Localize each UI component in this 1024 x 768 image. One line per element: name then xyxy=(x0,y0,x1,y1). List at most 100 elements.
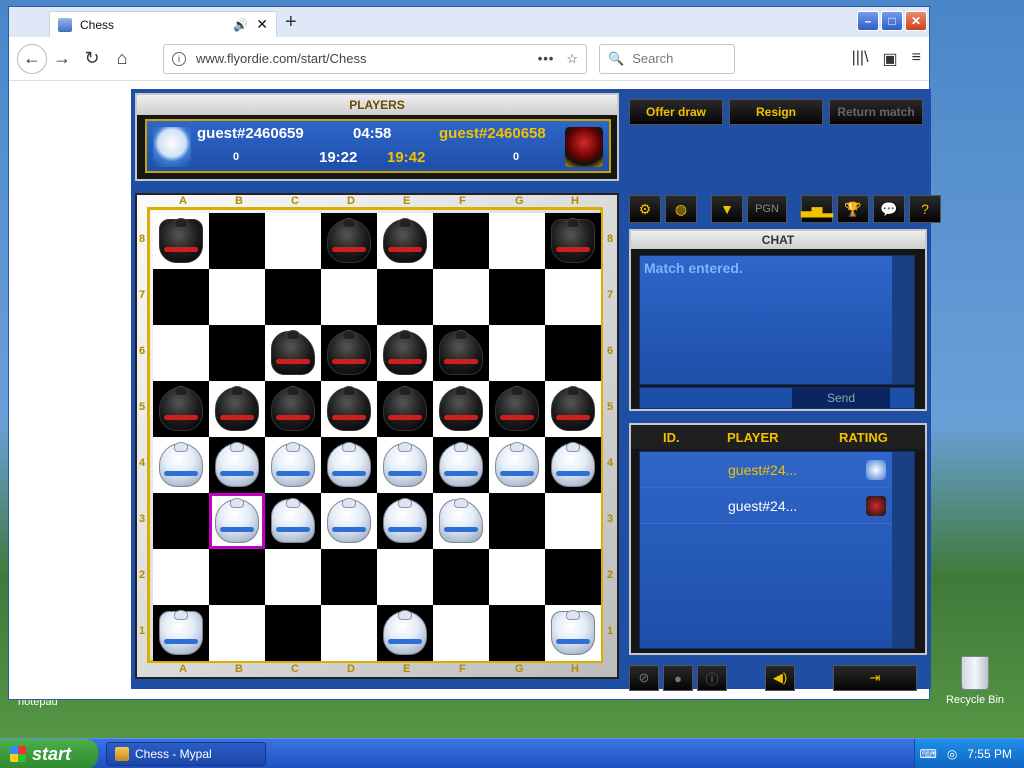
trophy-button[interactable]: 🏆 xyxy=(837,195,869,223)
black-pawn-icon[interactable] xyxy=(271,386,315,431)
url-bar[interactable]: i www.flyordie.com/start/Chess ••• ☆ xyxy=(163,43,587,74)
rating-column-header[interactable]: RATING xyxy=(839,430,888,445)
square-a2[interactable] xyxy=(153,549,209,605)
square-e1[interactable] xyxy=(377,605,433,661)
square-b8[interactable] xyxy=(209,213,265,269)
square-f1[interactable] xyxy=(433,605,489,661)
black-pawn-icon[interactable] xyxy=(551,386,595,431)
pgn-button[interactable]: PGN xyxy=(747,195,787,223)
square-d6[interactable] xyxy=(321,325,377,381)
square-b1[interactable] xyxy=(209,605,265,661)
square-h1[interactable] xyxy=(545,605,601,661)
square-a1[interactable] xyxy=(153,605,209,661)
square-c6[interactable] xyxy=(265,325,321,381)
square-a5[interactable] xyxy=(153,381,209,437)
square-a7[interactable] xyxy=(153,269,209,325)
white-king-icon[interactable] xyxy=(383,610,427,655)
network-icon[interactable]: ◎ xyxy=(947,747,957,761)
square-e2[interactable] xyxy=(377,549,433,605)
square-e5[interactable] xyxy=(377,381,433,437)
square-h6[interactable] xyxy=(545,325,601,381)
square-f4[interactable] xyxy=(433,437,489,493)
square-f7[interactable] xyxy=(433,269,489,325)
star-icon[interactable]: ☆ xyxy=(566,51,578,67)
square-a6[interactable] xyxy=(153,325,209,381)
square-c8[interactable] xyxy=(265,213,321,269)
speaker-icon[interactable]: 🔊 xyxy=(233,18,248,32)
white-rook-icon[interactable] xyxy=(551,610,595,655)
black-pawn-icon[interactable] xyxy=(439,386,483,431)
square-f5[interactable] xyxy=(433,381,489,437)
back-button[interactable]: ← xyxy=(17,43,47,74)
square-f2[interactable] xyxy=(433,549,489,605)
close-tab-icon[interactable]: ✕ xyxy=(256,16,268,33)
resign-button[interactable]: Resign xyxy=(729,99,823,125)
close-window-button[interactable]: ✕ xyxy=(905,11,927,31)
white-pawn-icon[interactable] xyxy=(495,442,539,487)
offer-draw-button[interactable]: Offer draw xyxy=(629,99,723,125)
white-knight-icon[interactable] xyxy=(439,498,483,543)
white-bishop-icon[interactable] xyxy=(327,498,371,543)
square-h2[interactable] xyxy=(545,549,601,605)
block-button[interactable]: ⊘ xyxy=(629,665,659,691)
page-actions-icon[interactable]: ••• xyxy=(538,51,555,66)
taskbar-item-chess[interactable]: Chess - Mypal xyxy=(106,742,266,766)
square-a3[interactable] xyxy=(153,493,209,549)
square-g6[interactable] xyxy=(489,325,545,381)
home-button[interactable]: ⌂ xyxy=(107,44,137,74)
exit-button[interactable]: ⇥ xyxy=(833,665,917,691)
white-pawn-icon[interactable] xyxy=(327,442,371,487)
sidebar-icon[interactable]: ▣ xyxy=(883,49,898,69)
square-g4[interactable] xyxy=(489,437,545,493)
white-pawn-icon[interactable] xyxy=(271,442,315,487)
black-rook-icon[interactable] xyxy=(159,218,203,263)
white-rook-icon[interactable] xyxy=(159,610,203,655)
square-g1[interactable] xyxy=(489,605,545,661)
white-bishop-icon[interactable] xyxy=(383,498,427,543)
square-h5[interactable] xyxy=(545,381,601,437)
black-pawn-icon[interactable] xyxy=(495,386,539,431)
square-c2[interactable] xyxy=(265,549,321,605)
settings-button[interactable]: ⚙ xyxy=(629,195,661,223)
white-pawn-icon[interactable] xyxy=(215,442,259,487)
search-box[interactable]: 🔍 Search xyxy=(599,43,735,74)
square-g5[interactable] xyxy=(489,381,545,437)
chat-scrollbar[interactable] xyxy=(892,256,914,384)
library-icon[interactable]: |||\ xyxy=(852,49,869,69)
keyboard-icon[interactable]: ⌨ xyxy=(919,747,936,761)
black-pawn-icon[interactable] xyxy=(215,386,259,431)
square-h8[interactable] xyxy=(545,213,601,269)
square-g8[interactable] xyxy=(489,213,545,269)
square-e4[interactable] xyxy=(377,437,433,493)
square-e8[interactable] xyxy=(377,213,433,269)
square-b7[interactable] xyxy=(209,269,265,325)
black-knight-icon[interactable] xyxy=(271,330,315,375)
square-h7[interactable] xyxy=(545,269,601,325)
white-pawn-icon[interactable] xyxy=(439,442,483,487)
black-pawn-icon[interactable] xyxy=(327,386,371,431)
maximize-button[interactable]: □ xyxy=(881,11,903,31)
url-text[interactable]: www.flyordie.com/start/Chess xyxy=(196,51,538,66)
square-d1[interactable] xyxy=(321,605,377,661)
black-rook-icon[interactable] xyxy=(551,218,595,263)
square-d7[interactable] xyxy=(321,269,377,325)
square-d4[interactable] xyxy=(321,437,377,493)
menu-icon[interactable]: ≡ xyxy=(912,49,921,69)
black-pawn-icon[interactable] xyxy=(159,386,203,431)
recycle-bin-desktop-icon[interactable]: Recycle Bin xyxy=(944,656,1006,706)
profile-button[interactable]: ● xyxy=(663,665,693,691)
player-list-scrollbar[interactable] xyxy=(892,452,914,648)
square-f8[interactable] xyxy=(433,213,489,269)
sound-button[interactable]: ◀) xyxy=(765,665,795,691)
square-b4[interactable] xyxy=(209,437,265,493)
square-e6[interactable] xyxy=(377,325,433,381)
black-king-icon[interactable] xyxy=(383,218,427,263)
square-d8[interactable] xyxy=(321,213,377,269)
square-f3[interactable] xyxy=(433,493,489,549)
square-b3[interactable] xyxy=(209,493,265,549)
square-c3[interactable] xyxy=(265,493,321,549)
black-bishop-icon[interactable] xyxy=(383,330,427,375)
forward-button[interactable]: → xyxy=(47,44,77,74)
square-c5[interactable] xyxy=(265,381,321,437)
white-pawn-icon[interactable] xyxy=(383,442,427,487)
